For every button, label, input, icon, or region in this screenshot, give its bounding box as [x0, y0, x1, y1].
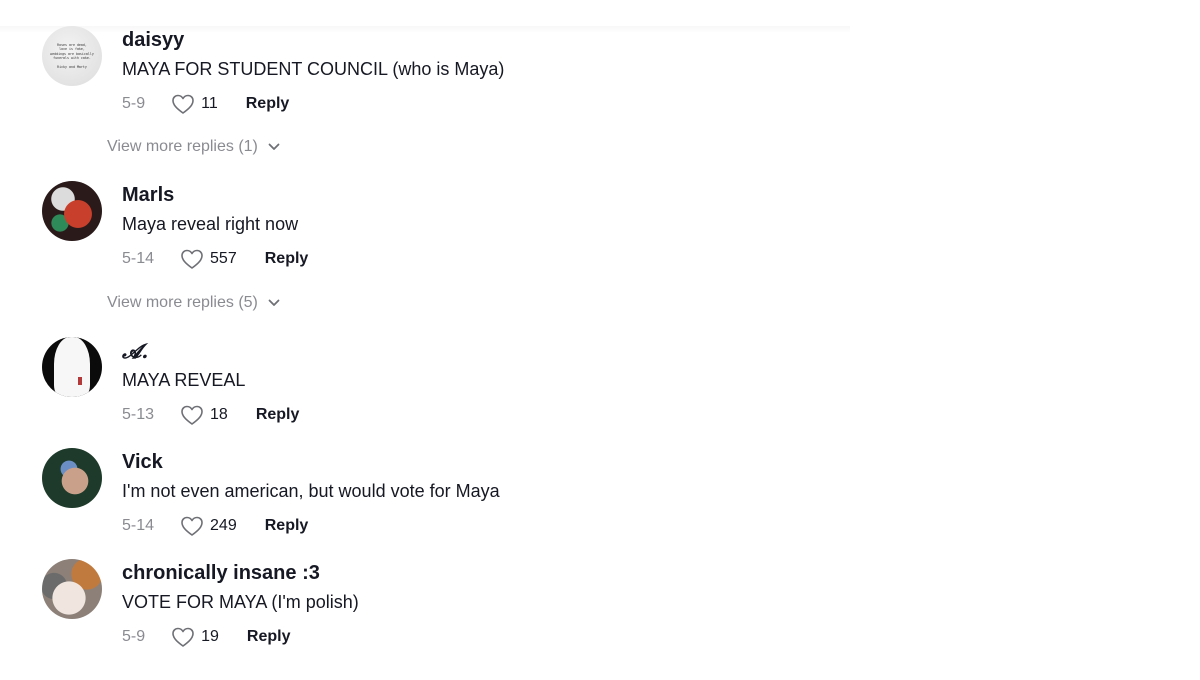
comment-username[interactable]: chronically insane :3	[122, 561, 359, 585]
heart-outline-icon	[172, 94, 194, 114]
comment-text: MAYA REVEAL	[122, 370, 246, 390]
like-button[interactable]: 18	[180, 404, 228, 426]
heart-outline-icon	[181, 516, 203, 536]
avatar[interactable]	[42, 181, 102, 241]
avatar[interactable]	[42, 337, 102, 397]
comment-meta: 5-9 19 Reply	[122, 625, 359, 649]
reply-button[interactable]: Reply	[247, 628, 291, 646]
like-count: 557	[210, 250, 237, 267]
heart-outline-icon	[181, 405, 203, 425]
like-button[interactable]: 19	[171, 626, 219, 648]
chevron-down-icon	[268, 143, 280, 150]
comment-body: chronically insane :3 VOTE FOR MAYA (I'm…	[122, 559, 359, 649]
comment-text: I'm not even american, but would vote fo…	[122, 481, 500, 501]
like-count: 249	[210, 517, 237, 534]
comment-date: 5-13	[122, 406, 155, 423]
view-more-replies-label: View more replies (5)	[107, 294, 258, 311]
comment-meta: 5-13 18 Reply	[122, 403, 299, 427]
view-more-replies-button[interactable]: View more replies (5)	[107, 294, 280, 312]
avatar-text: Roses are dead, love is fake, weddings a…	[50, 42, 94, 69]
comment-username[interactable]: Marls	[122, 183, 308, 207]
comment-username[interactable]: Vick	[122, 450, 500, 474]
heart-outline-icon	[181, 249, 203, 269]
comment-meta: 5-9 11 Reply	[122, 92, 504, 116]
comment-date: 5-9	[122, 95, 146, 112]
like-button[interactable]: 249	[180, 515, 237, 537]
reply-button[interactable]: Reply	[265, 517, 309, 535]
avatar-accent	[78, 377, 82, 385]
avatar[interactable]: Roses are dead, love is fake, weddings a…	[42, 26, 102, 86]
comment-meta: 5-14 249 Reply	[122, 514, 500, 538]
like-button[interactable]: 557	[180, 248, 237, 270]
reply-button[interactable]: Reply	[256, 406, 300, 424]
avatar-figure	[54, 337, 90, 397]
comment-text: MAYA FOR STUDENT COUNCIL (who is Maya)	[122, 59, 505, 79]
avatar[interactable]	[42, 559, 102, 619]
comment-body: Marls Maya reveal right now 5-14 557 Rep…	[122, 181, 308, 271]
comment-date: 5-14	[122, 250, 155, 267]
comment-text: VOTE FOR MAYA (I'm polish)	[122, 592, 359, 612]
reply-button[interactable]: Reply	[265, 250, 309, 268]
like-button[interactable]: 11	[171, 93, 218, 115]
chevron-down-icon	[268, 299, 280, 306]
reply-button[interactable]: Reply	[246, 95, 290, 113]
like-count: 19	[201, 628, 219, 645]
comment-body: daisyy MAYA FOR STUDENT COUNCIL (who is …	[122, 26, 504, 116]
view-more-replies-button[interactable]: View more replies (1)	[107, 138, 280, 156]
comment-meta: 5-14 557 Reply	[122, 247, 308, 271]
comment-body: Vick I'm not even american, but would vo…	[122, 448, 500, 538]
like-count: 18	[210, 406, 228, 423]
comment-body: 𝓐. MAYA REVEAL 5-13 18 Reply	[122, 337, 299, 427]
comment-username[interactable]: 𝓐.	[122, 339, 299, 363]
view-more-replies-label: View more replies (1)	[107, 138, 258, 155]
comment-date: 5-14	[122, 517, 155, 534]
comment-username[interactable]: daisyy	[122, 28, 504, 52]
comment-date: 5-9	[122, 628, 146, 645]
like-count: 11	[201, 95, 218, 112]
avatar[interactable]	[42, 448, 102, 508]
comment-text: Maya reveal right now	[122, 214, 299, 234]
heart-outline-icon	[172, 627, 194, 647]
